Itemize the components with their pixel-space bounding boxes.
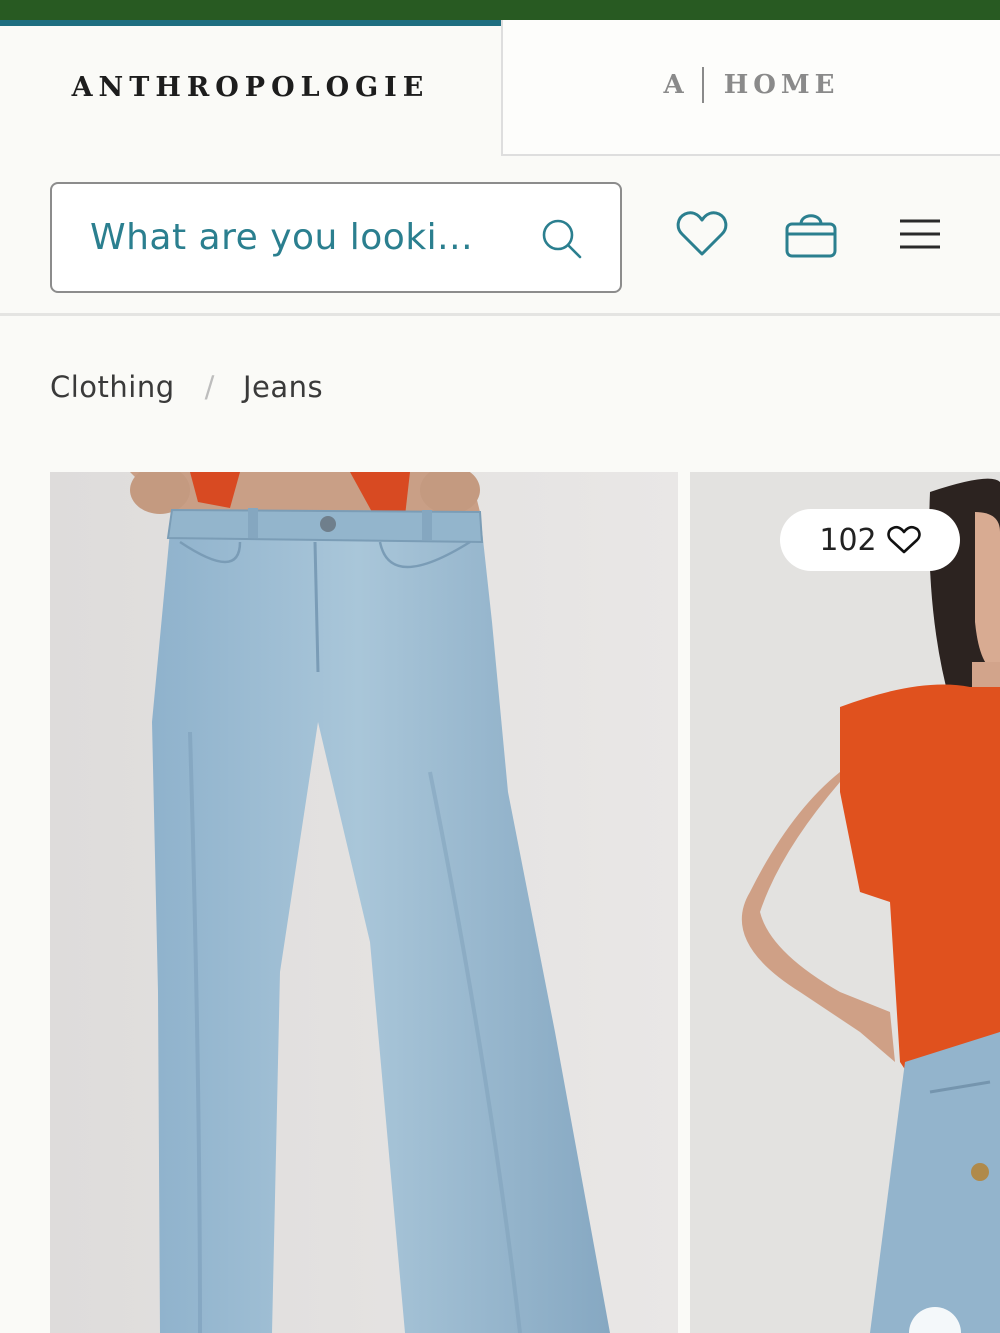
jeans-illustration [50,472,678,1333]
top-brand-strip [0,0,1000,20]
breadcrumb: Clothing / Jeans [50,370,323,404]
product-image-model[interactable] [690,472,1000,1333]
model-illustration [690,472,1000,1333]
breadcrumb-clothing[interactable]: Clothing [50,370,175,404]
tab-anthropologie[interactable]: ANTHROPOLOGIE [0,20,501,156]
heart-icon [886,525,921,554]
favorite-count: 102 [819,522,877,558]
search-placeholder: What are you looki... [90,217,474,258]
tab-anthropologie-label: ANTHROPOLOGIE [71,71,430,103]
tab-anthropologie-home[interactable]: A HOME [501,20,1000,156]
bag-icon [785,214,837,258]
product-image-jeans[interactable] [50,472,678,1333]
menu-button[interactable] [890,204,950,264]
search-icon[interactable] [540,217,584,261]
cart-button[interactable] [781,204,841,264]
breadcrumb-separator: / [204,370,215,404]
tab-home-label: HOME [723,70,840,100]
heart-icon [676,211,728,256]
wishlist-button[interactable] [672,204,732,264]
tab-home-divider [701,67,704,103]
search-input[interactable]: What are you looki... [50,182,622,293]
breadcrumb-jeans[interactable]: Jeans [243,370,323,404]
tab-home-logo-letter: A [663,70,688,100]
menu-icon [900,219,940,249]
favorite-count-badge[interactable]: 102 [780,509,960,571]
site-header: What are you looki... [0,156,1000,316]
site-tabs: ANTHROPOLOGIE A HOME [0,20,1000,156]
